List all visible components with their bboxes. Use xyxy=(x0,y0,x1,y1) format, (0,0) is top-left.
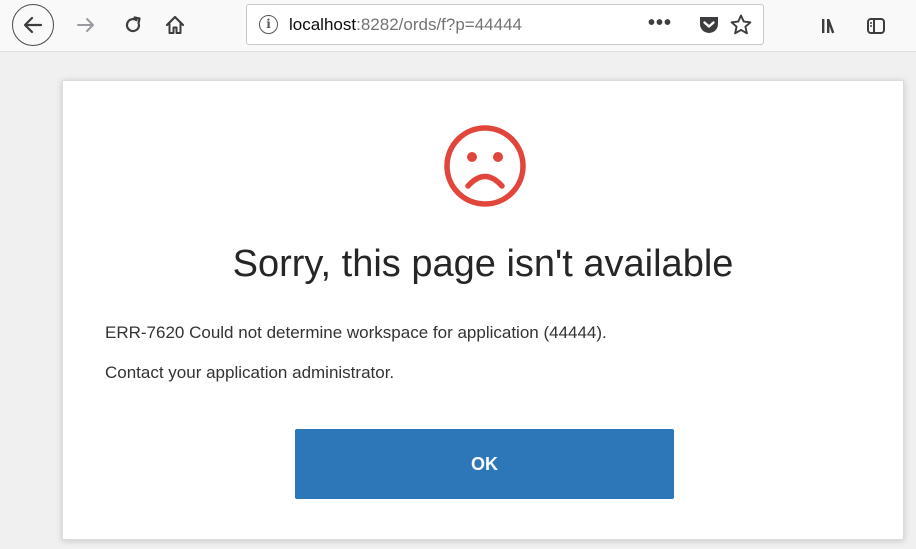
library-icon xyxy=(822,19,835,34)
bookmark-star-icon[interactable] xyxy=(729,13,753,37)
home-icon xyxy=(165,15,185,34)
address-bar[interactable]: i localhost:8282/ords/f?p=44444 ••• xyxy=(246,4,764,45)
info-icon[interactable]: i xyxy=(259,15,278,34)
page-actions-icon[interactable]: ••• xyxy=(648,11,692,39)
reload-button[interactable] xyxy=(117,9,149,41)
error-dialog: Sorry, this page isn't available ERR-762… xyxy=(62,80,904,540)
url-path: :8282/ords/f?p=44444 xyxy=(356,15,523,34)
error-title: Sorry, this page isn't available xyxy=(232,243,734,285)
back-arrow-icon xyxy=(23,16,43,34)
reload-icon xyxy=(125,16,141,33)
url-host: localhost xyxy=(289,15,357,34)
browser-toolbar: i localhost:8282/ords/f?p=44444 ••• xyxy=(0,0,916,52)
ok-button[interactable]: OK xyxy=(295,429,674,499)
back-button[interactable] xyxy=(12,4,54,46)
error-hint: Contact your application administrator. xyxy=(105,363,395,382)
sad-face-icon xyxy=(444,125,526,207)
sidebar-icon xyxy=(867,18,885,34)
library-button[interactable] xyxy=(815,10,847,42)
sidebar-button[interactable] xyxy=(860,10,892,42)
forward-button[interactable] xyxy=(70,9,102,41)
home-button[interactable] xyxy=(159,9,191,41)
error-message: ERR-7620 Could not determine workspace f… xyxy=(105,323,607,342)
forward-arrow-icon xyxy=(77,18,94,32)
url-text[interactable]: localhost:8282/ords/f?p=44444 xyxy=(289,15,522,35)
pocket-icon[interactable] xyxy=(697,14,721,36)
